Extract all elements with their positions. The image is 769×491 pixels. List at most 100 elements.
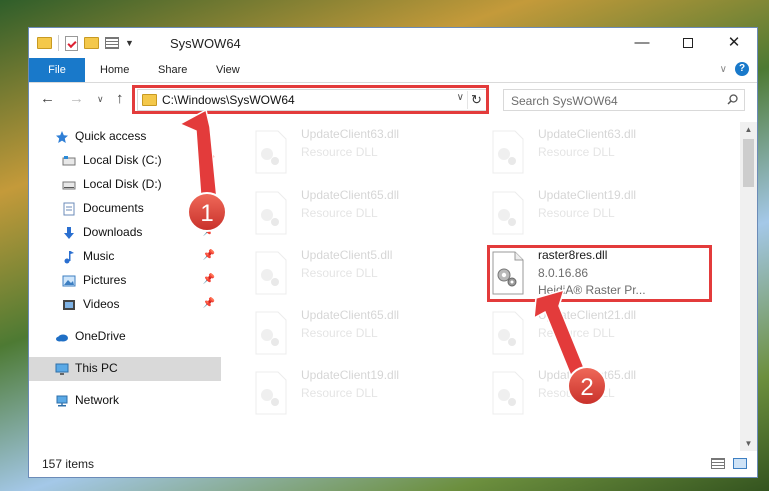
divider xyxy=(58,35,59,51)
dll-file-icon xyxy=(492,191,524,235)
folder-icon[interactable] xyxy=(37,37,52,49)
maximize-icon xyxy=(683,38,693,49)
details-view-icon[interactable] xyxy=(711,458,725,469)
view-icon[interactable] xyxy=(105,37,119,49)
file-item[interactable]: UpdateClient63.dll Resource DLL xyxy=(488,124,718,180)
sidebar-item-onedrive[interactable]: OneDrive xyxy=(29,325,221,349)
music-icon xyxy=(64,251,74,264)
file-description: Resource DLL xyxy=(301,266,378,280)
search-input[interactable]: Search SysWOW64 xyxy=(503,89,745,111)
file-name: UpdateClient63.dll xyxy=(538,127,637,141)
sidebar-item-label: Downloads xyxy=(83,225,143,239)
dll-file-icon xyxy=(255,371,287,415)
large-icons-view-icon[interactable] xyxy=(733,458,747,469)
pin-icon[interactable]: 📌 xyxy=(203,298,215,309)
drive-icon xyxy=(62,156,76,166)
sidebar-item-label: Network xyxy=(75,393,120,407)
sidebar-item-label: Videos xyxy=(83,297,120,311)
cloud-icon xyxy=(56,334,68,342)
pin-icon[interactable]: 📌 xyxy=(203,202,215,213)
forward-button[interactable]: → xyxy=(69,90,84,107)
file-description: Resource DLL xyxy=(538,386,615,400)
customize-dropdown-icon[interactable]: ▼ xyxy=(125,38,134,48)
file-description: Resource DLL xyxy=(301,206,378,220)
sidebar-item-label: OneDrive xyxy=(75,329,126,343)
sidebar-item-local-disk-d[interactable]: Local Disk (D:) 📌 xyxy=(29,173,221,197)
file-description: Resource DLL xyxy=(538,326,615,340)
back-button[interactable]: ← xyxy=(40,90,55,107)
pictures-icon xyxy=(62,275,76,287)
dll-file-icon xyxy=(255,130,287,174)
tab-view[interactable]: View xyxy=(216,58,240,82)
sidebar-item-label: Local Disk (D:) xyxy=(83,177,162,191)
scroll-up-icon[interactable]: ▲ xyxy=(740,122,757,138)
scrollbar-thumb[interactable] xyxy=(743,139,754,187)
pin-icon[interactable]: 📌 xyxy=(203,154,215,165)
file-name: UpdateClient65.dll xyxy=(301,308,400,322)
file-item[interactable]: UpdateClient19.dll Resource DLL xyxy=(488,185,718,241)
documents-icon xyxy=(63,202,75,216)
maximize-button[interactable] xyxy=(665,28,711,58)
properties-icon[interactable] xyxy=(65,35,78,51)
file-item[interactable]: UpdateClient63.dll Resource DLL xyxy=(251,124,481,180)
up-button[interactable]: ↑ xyxy=(116,90,124,107)
sidebar-item-label: This PC xyxy=(75,361,118,375)
pin-icon[interactable]: 📌 xyxy=(203,250,215,261)
search-icon[interactable] xyxy=(727,94,738,105)
vertical-scrollbar[interactable]: ▲ ▼ xyxy=(740,122,757,452)
file-item[interactable]: UpdateClient21.dll Resource DLL xyxy=(488,305,718,361)
new-folder-icon[interactable] xyxy=(84,37,99,49)
minimize-button[interactable]: — xyxy=(619,28,665,58)
help-icon[interactable]: ? xyxy=(735,62,749,76)
file-item[interactable]: UpdateClient65.dll Resource DLL xyxy=(488,365,718,421)
dll-file-icon xyxy=(492,130,524,174)
close-button[interactable]: ✕ xyxy=(711,28,757,58)
file-item[interactable]: UpdateClient65.dll Resource DLL xyxy=(251,305,481,361)
search-placeholder: Search SysWOW64 xyxy=(511,94,618,108)
navigation-bar: ← → ∨ ↑ C:\Windows\SysWOW64 ∨ ↻ Search S… xyxy=(29,84,757,116)
file-name: UpdateClient5.dll xyxy=(301,248,393,262)
sidebar-item-pictures[interactable]: Pictures 📌 xyxy=(29,269,221,293)
tab-share[interactable]: Share xyxy=(158,58,187,82)
file-highlight-box xyxy=(487,245,712,302)
sidebar-item-videos[interactable]: Videos 📌 xyxy=(29,293,221,317)
sidebar-item-this-pc[interactable]: This PC xyxy=(29,357,221,381)
file-description: Resource DLL xyxy=(301,386,378,400)
sidebar-item-local-disk-c[interactable]: Local Disk (C:) 📌 xyxy=(29,149,221,173)
dll-file-icon xyxy=(255,191,287,235)
file-item[interactable]: UpdateClient65.dll Resource DLL xyxy=(251,185,481,241)
file-name: UpdateClient63.dll xyxy=(301,127,400,141)
file-item[interactable]: UpdateClient5.dll Resource DLL xyxy=(251,245,481,301)
pin-icon[interactable]: 📌 xyxy=(203,226,215,237)
sidebar-item-music[interactable]: Music 📌 xyxy=(29,245,221,269)
explorer-window: ▼ SysWOW64 — ✕ File Home Share View ∨ ? … xyxy=(28,27,758,478)
tab-home[interactable]: Home xyxy=(100,58,129,82)
sidebar-item-network[interactable]: Network xyxy=(29,389,221,413)
recent-locations-button[interactable]: ∨ xyxy=(97,94,104,105)
file-name: UpdateClient19.dll xyxy=(538,188,637,202)
file-description: Resource DLL xyxy=(538,206,615,220)
title-bar: ▼ SysWOW64 — ✕ xyxy=(29,28,757,58)
file-name: UpdateClient19.dll xyxy=(301,368,400,382)
dll-file-icon xyxy=(255,251,287,295)
sidebar-item-label: Quick access xyxy=(75,129,147,143)
file-item[interactable]: UpdateClient19.dll Resource DLL xyxy=(251,365,481,421)
file-name: UpdateClient65.dll xyxy=(538,368,637,382)
sidebar-item-downloads[interactable]: Downloads 📌 xyxy=(29,221,221,245)
downloads-icon xyxy=(64,227,74,239)
sidebar-item-label: Music xyxy=(83,249,115,263)
drive-icon xyxy=(62,181,76,190)
sidebar-item-quick-access[interactable]: Quick access xyxy=(29,125,221,149)
scroll-down-icon[interactable]: ▼ xyxy=(740,436,757,452)
navigation-pane: Quick access Local Disk (C:) 📌 Local Dis… xyxy=(29,122,224,452)
expand-ribbon-icon[interactable]: ∨ xyxy=(720,64,727,75)
view-switcher xyxy=(711,458,747,469)
tab-file[interactable]: File xyxy=(29,58,85,82)
sidebar-item-documents[interactable]: Documents 📌 xyxy=(29,197,221,221)
dll-file-icon xyxy=(255,311,287,355)
file-name: UpdateClient21.dll xyxy=(538,308,637,322)
network-icon xyxy=(56,395,68,407)
file-description: Resource DLL xyxy=(301,145,378,159)
pin-icon[interactable]: 📌 xyxy=(203,274,215,285)
pin-icon[interactable]: 📌 xyxy=(203,178,215,189)
